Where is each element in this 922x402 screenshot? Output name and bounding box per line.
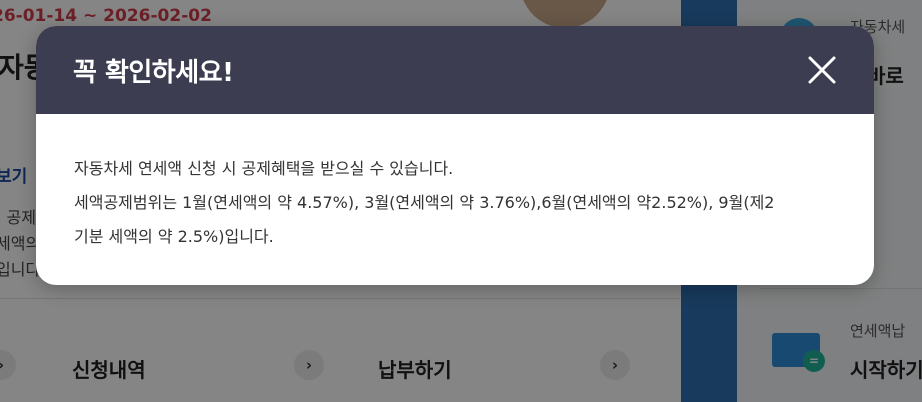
- close-button[interactable]: [804, 52, 840, 88]
- modal-header: 꼭 확인하세요!: [36, 26, 874, 114]
- modal-body-line: 세액공제범위는 1월(연세액의 약 4.57%), 3월(연세액의 약 3.76…: [74, 193, 775, 212]
- modal-body: 자동차세 연세액 신청 시 공제혜택을 받으실 수 있습니다. 세액공제범위는 …: [74, 152, 844, 254]
- notice-modal: 꼭 확인하세요! 자동차세 연세액 신청 시 공제혜택을 받으실 수 있습니다.…: [36, 26, 874, 285]
- modal-body-line: 자동차세 연세액 신청 시 공제혜택을 받으실 수 있습니다.: [74, 159, 454, 178]
- modal-body-line: 기분 세액의 약 2.5%)입니다.: [74, 227, 274, 246]
- modal-title: 꼭 확인하세요!: [73, 58, 234, 88]
- close-icon: [808, 56, 836, 84]
